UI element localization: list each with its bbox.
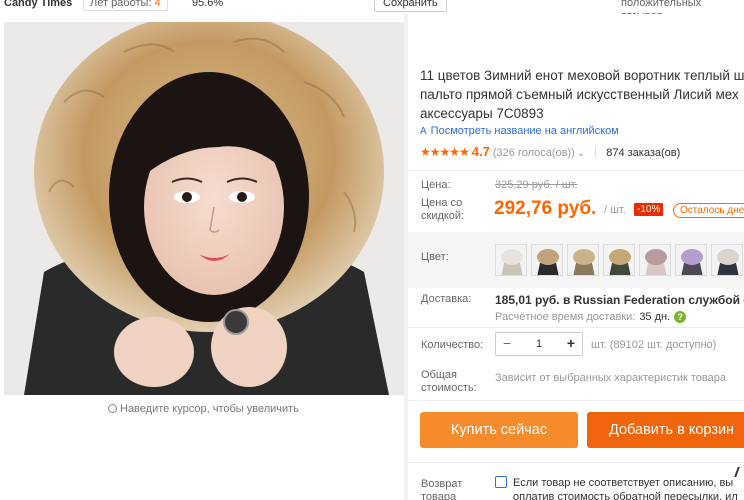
returns-label-line: товара — [421, 491, 457, 500]
translate-icon: A — [420, 126, 427, 137]
english-title-link-text: Посмотреть название на английском — [430, 125, 619, 137]
magnifier-icon — [108, 404, 117, 413]
rating-votes[interactable]: (326 голоса(ов)) — [493, 147, 575, 159]
color-swatch-thumbnail — [712, 245, 742, 275]
returns-text-line: оплатив стоимость обратной пересылки, ил — [513, 491, 738, 500]
color-swatches — [495, 244, 744, 279]
store-years-label: Лет работы: — [90, 0, 152, 9]
color-swatch-white[interactable] — [495, 244, 527, 276]
sale-price-label: Цена со скидкой: — [421, 197, 464, 223]
returns-text: Если товар не соответствует описанию, вы… — [513, 476, 738, 500]
color-swatch-thumbnail — [532, 245, 562, 275]
quantity-stepper: − 1 + — [495, 332, 583, 356]
color-label: Цвет: — [421, 251, 449, 263]
quantity-increase-button[interactable]: + — [560, 333, 582, 355]
total-label: Общая стоимость: — [421, 369, 477, 395]
quantity-decrease-button[interactable]: − — [496, 333, 518, 355]
returns-label: Возврат товара — [421, 478, 462, 500]
shipping-label: Доставка: — [421, 293, 472, 305]
quantity-available: шт. (89102 шт. доступно) — [591, 339, 717, 351]
rating-score: 4.7 — [471, 144, 490, 159]
rating-separator — [595, 147, 597, 159]
store-rating: 95.6%положительных отзывов — [192, 0, 701, 22]
total-label-line: Общая — [421, 369, 457, 381]
delivery-time: Расчётное время доставки: 35 дн.? — [495, 311, 687, 324]
color-swatch-purple[interactable] — [675, 244, 707, 276]
color-swatch-khaki[interactable] — [567, 244, 599, 276]
discount-badge: -10% — [634, 203, 664, 216]
quantity-input[interactable]: 1 — [518, 333, 560, 355]
sale-price-label-line: Цена со — [421, 197, 463, 209]
store-name[interactable]: Candy Times — [4, 0, 72, 9]
quantity-label: Количество: — [421, 339, 484, 351]
divider — [408, 170, 744, 171]
english-title-link[interactable]: A Посмотреть название на английском — [420, 125, 619, 137]
color-swatch-thumbnail — [496, 245, 526, 275]
help-icon[interactable]: ? — [674, 311, 687, 324]
store-bar: Candy Times Лет работы: 4 95.6% положител… — [0, 0, 744, 22]
divider — [408, 462, 744, 463]
delivery-time-label: Расчётное время доставки: — [495, 311, 636, 323]
sale-price-label-line: скидкой: — [421, 210, 465, 222]
total-note: Зависит от выбранных характеристик товар… — [495, 372, 726, 384]
save-store-button[interactable]: Сохранить — [374, 0, 447, 12]
old-price: 325,29 руб. / шт. — [495, 179, 578, 191]
divider — [408, 400, 744, 401]
chevron-down-icon[interactable]: ⌄ — [577, 148, 585, 159]
days-left-badge: Осталось дне — [673, 203, 744, 218]
color-swatch-army-green[interactable] — [603, 244, 635, 276]
color-swatch-black[interactable] — [531, 244, 563, 276]
add-to-cart-button[interactable]: Добавить в корзин — [587, 412, 744, 448]
color-swatch-dark[interactable] — [711, 244, 743, 276]
buy-now-button[interactable]: Купить сейчас — [420, 412, 578, 448]
rating-row: ★★★★★ 4.7 (326 голоса(ов)) ⌄ 874 заказа(ов) — [420, 144, 680, 159]
product-title-line: 11 цветов Зимний енот меховой воротник т… — [420, 68, 744, 83]
color-swatch-pink[interactable] — [639, 244, 671, 276]
store-positive-rate: 95.6% — [192, 0, 224, 9]
store-years-value: 4 — [154, 0, 161, 9]
sale-price: 292,76 руб. — [494, 198, 597, 219]
color-swatch-thumbnail — [604, 245, 634, 275]
total-label-line: стоимость: — [421, 382, 477, 394]
product-photo-image — [4, 22, 404, 395]
store-years-badge: Лет работы: 4 — [83, 0, 168, 11]
zoom-hint-text: Наведите курсор, чтобы увеличить — [120, 403, 299, 415]
product-title: 11 цветов Зимний енот меховой воротник т… — [420, 66, 744, 123]
star-rating-icon: ★★★★★ — [420, 145, 470, 159]
color-swatch-thumbnail — [568, 245, 598, 275]
returns-text-line: Если товар не соответствует описанию, вы — [513, 477, 734, 489]
orders-count: 874 заказа(ов) — [606, 147, 681, 159]
zoom-hint: Наведите курсор, чтобы увеличить — [108, 403, 299, 415]
product-title-line: пальто прямой съемный искусственный Лиси… — [420, 87, 739, 102]
price-unit: / шт. — [604, 204, 626, 216]
price-label: Цена: — [421, 179, 451, 191]
delivery-days: 35 дн. — [639, 311, 671, 323]
buyer-protection-icon — [495, 476, 507, 488]
product-photo[interactable] — [4, 22, 404, 395]
product-title-line: аксессуары 7C0893 — [420, 106, 544, 121]
shipping-price[interactable]: 185,01 руб. в Russian Federation службой… — [495, 293, 744, 307]
divider — [408, 327, 744, 328]
returns-label-line: Возврат — [421, 478, 463, 490]
color-swatch-thumbnail — [676, 245, 706, 275]
color-swatch-thumbnail — [640, 245, 670, 275]
